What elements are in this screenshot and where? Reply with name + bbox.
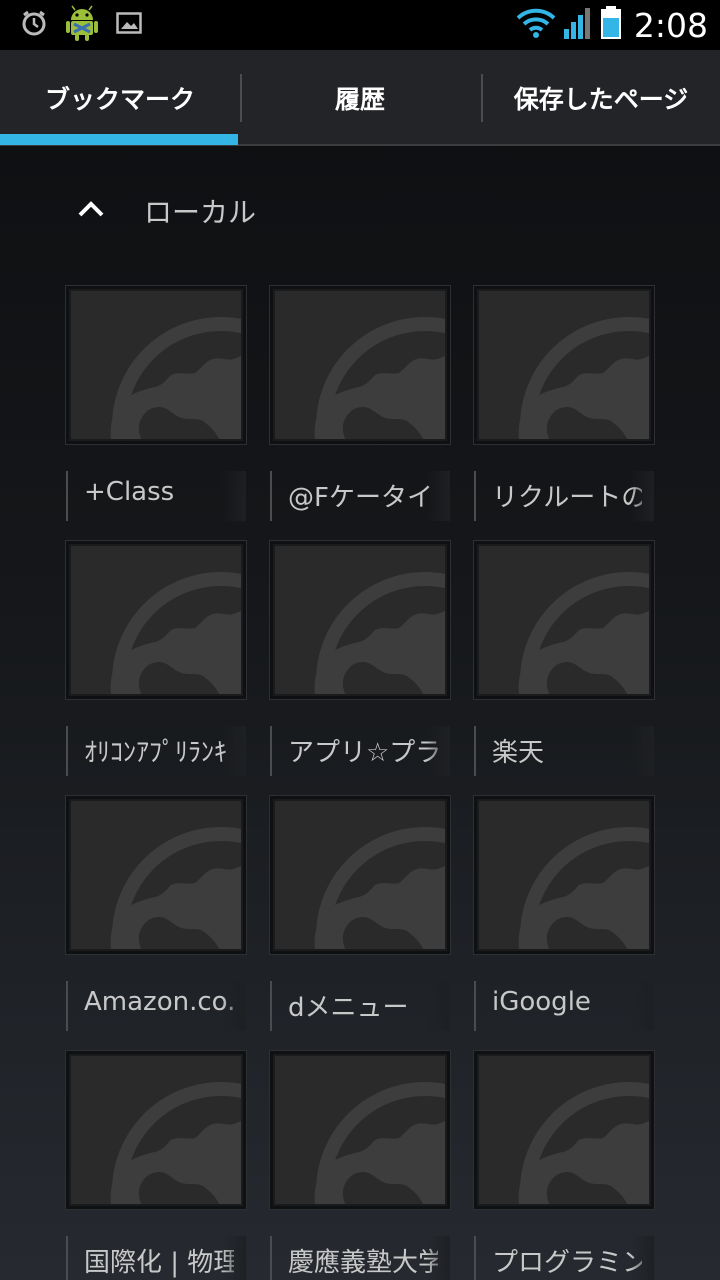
signal-icon [563, 7, 592, 43]
bookmark-title-text: 楽天 [492, 738, 545, 768]
folder-header[interactable]: ローカル [76, 190, 256, 232]
bookmark-title[interactable]: 楽天 [474, 726, 654, 776]
bookmark-thumbnail[interactable] [270, 1051, 450, 1209]
bookmark-title[interactable]: @Fケータイ [270, 471, 450, 521]
globe-icon [275, 801, 445, 949]
bookmark-thumbnail[interactable] [474, 1051, 654, 1209]
battery-icon [600, 6, 622, 44]
globe-icon [275, 291, 445, 439]
globe-icon [71, 1056, 241, 1204]
bookmark-title-text: プログラミン [492, 1248, 642, 1278]
bookmark-title[interactable]: プログラミン [474, 1236, 654, 1280]
bookmark-thumbnail[interactable] [270, 286, 450, 444]
bookmark-title[interactable]: +Class [66, 471, 246, 521]
bookmark-title[interactable]: 国際化 | 物理 [66, 1236, 246, 1280]
bookmark-title[interactable]: iGoogle [474, 981, 654, 1031]
clock: 2:08 [633, 5, 708, 45]
bookmark-title-text: アプリ☆プラ [288, 738, 438, 768]
bookmark-title-text: @Fケータイ [288, 483, 433, 513]
globe-icon [275, 546, 445, 694]
bookmark-thumbnail[interactable] [474, 796, 654, 954]
wifi-icon [516, 7, 556, 43]
globe-icon [479, 1056, 649, 1204]
bookmark-thumbnail[interactable] [474, 286, 654, 444]
globe-icon [71, 291, 241, 439]
globe-icon [479, 801, 649, 949]
selected-tab-indicator [0, 134, 238, 145]
bookmark-title-text: 国際化 | 物理 [84, 1248, 234, 1278]
bookmark-thumbnail[interactable] [474, 541, 654, 699]
image-icon [116, 12, 142, 38]
bookmark-title[interactable]: 慶應義塾大学 [270, 1236, 450, 1280]
tab-history[interactable]: 履歴 [240, 50, 480, 146]
alarm-icon [20, 9, 48, 41]
bookmark-thumbnail[interactable] [66, 286, 246, 444]
bookmark-title-text: iGoogle [492, 987, 591, 1017]
bookmark-title-text: リクルートの [492, 483, 642, 513]
bookmark-thumbnail[interactable] [66, 796, 246, 954]
globe-icon [479, 546, 649, 694]
browser-bookmarks-screen: 2:08 ブックマーク 履歴 保存したページ ローカル +Class @Fケータイ… [0, 0, 720, 1280]
globe-icon [275, 1056, 445, 1204]
bookmark-title[interactable]: リクルートの [474, 471, 654, 521]
bookmark-title-text: +Class [84, 477, 175, 507]
bookmark-title[interactable]: アプリ☆プラ [270, 726, 450, 776]
tab-bookmarks[interactable]: ブックマーク [0, 50, 240, 146]
tab-bar: ブックマーク 履歴 保存したページ [0, 50, 720, 146]
bookmark-title-text: ｵﾘｺﾝｱﾌﾟﾘﾗﾝｷ [84, 738, 228, 768]
tab-saved-pages[interactable]: 保存したページ [481, 50, 720, 146]
globe-icon [71, 801, 241, 949]
folder-label: ローカル [144, 196, 257, 229]
globe-icon [479, 291, 649, 439]
bookmark-thumbnail[interactable] [270, 541, 450, 699]
bookmark-title-text: dメニュー [288, 993, 409, 1023]
status-bar: 2:08 [0, 0, 720, 50]
globe-icon [71, 546, 241, 694]
bookmark-thumbnail[interactable] [66, 541, 246, 699]
bookmark-title[interactable]: Amazon.co.j [66, 981, 246, 1031]
bookmark-title-text: Amazon.co.j [84, 987, 234, 1017]
bookmark-thumbnail[interactable] [66, 1051, 246, 1209]
bookmark-thumbnail[interactable] [270, 796, 450, 954]
bookmark-title[interactable]: dメニュー [270, 981, 450, 1031]
android-debug-icon [66, 4, 98, 46]
bookmark-title-text: 慶應義塾大学 [288, 1248, 438, 1278]
chevron-up-icon [76, 199, 106, 223]
bookmark-title[interactable]: ｵﾘｺﾝｱﾌﾟﾘﾗﾝｷ [66, 726, 246, 776]
